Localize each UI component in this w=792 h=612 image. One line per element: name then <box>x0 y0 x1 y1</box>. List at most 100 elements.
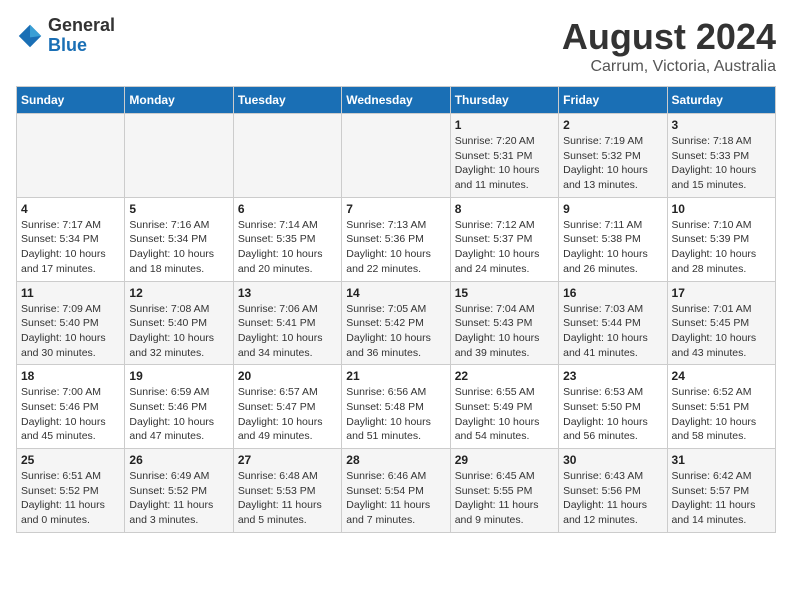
logo-icon <box>16 22 44 50</box>
col-header-friday: Friday <box>559 87 667 114</box>
day-cell: 26 Sunrise: 6:49 AMSunset: 5:52 PMDayligh… <box>125 449 233 533</box>
day-cell: 15 Sunrise: 7:04 AMSunset: 5:43 PMDayligh… <box>450 281 558 365</box>
day-number: 4 <box>21 202 120 216</box>
week-row-4: 25Sunrise: 6:51 AMSunset: 5:52 PMDayligh… <box>17 449 776 533</box>
day-number: 8 <box>455 202 554 216</box>
calendar-table: SundayMondayTuesdayWednesdayThursdayFrid… <box>16 86 776 533</box>
day-info: Sunrise: 7:17 AMSunset: 5:34 PMDaylight:… <box>21 218 120 277</box>
day-info: Sunrise: 6:46 AMSunset: 5:54 PMDaylight:… <box>346 469 445 528</box>
day-number: 5 <box>129 202 228 216</box>
day-number: 19 <box>129 369 228 383</box>
day-cell: 27 Sunrise: 6:48 AMSunset: 5:53 PMDayligh… <box>233 449 341 533</box>
day-info: Sunrise: 6:59 AMSunset: 5:46 PMDaylight:… <box>129 385 228 444</box>
day-cell: 18Sunrise: 7:00 AMSunset: 5:46 PMDayligh… <box>17 365 125 449</box>
day-info: Sunrise: 6:48 AMSunset: 5:53 PMDaylight:… <box>238 469 337 528</box>
day-number: 6 <box>238 202 337 216</box>
day-info: Sunrise: 7:19 AMSunset: 5:32 PMDaylight:… <box>563 134 662 193</box>
day-info: Sunrise: 7:01 AMSunset: 5:45 PMDaylight:… <box>672 302 771 361</box>
day-info: Sunrise: 7:16 AMSunset: 5:34 PMDaylight:… <box>129 218 228 277</box>
day-info: Sunrise: 7:14 AMSunset: 5:35 PMDaylight:… <box>238 218 337 277</box>
day-cell: 16 Sunrise: 7:03 AMSunset: 5:44 PMDayligh… <box>559 281 667 365</box>
day-cell: 21 Sunrise: 6:56 AMSunset: 5:48 PMDayligh… <box>342 365 450 449</box>
day-number: 30 <box>563 453 662 467</box>
day-info: Sunrise: 7:00 AMSunset: 5:46 PMDaylight:… <box>21 385 120 444</box>
day-info: Sunrise: 6:57 AMSunset: 5:47 PMDaylight:… <box>238 385 337 444</box>
week-row-2: 11 Sunrise: 7:09 AMSunset: 5:40 PMDayligh… <box>17 281 776 365</box>
header: General Blue August 2024 Carrum, Victori… <box>16 16 776 76</box>
col-header-saturday: Saturday <box>667 87 775 114</box>
day-info: Sunrise: 6:53 AMSunset: 5:50 PMDaylight:… <box>563 385 662 444</box>
day-number: 14 <box>346 286 445 300</box>
logo: General Blue <box>16 16 115 56</box>
day-info: Sunrise: 6:49 AMSunset: 5:52 PMDaylight:… <box>129 469 228 528</box>
col-header-tuesday: Tuesday <box>233 87 341 114</box>
day-cell: 13Sunrise: 7:06 AMSunset: 5:41 PMDayligh… <box>233 281 341 365</box>
day-cell: 3Sunrise: 7:18 AMSunset: 5:33 PMDaylight… <box>667 114 775 198</box>
day-number: 21 <box>346 369 445 383</box>
day-cell: 30 Sunrise: 6:43 AMSunset: 5:56 PMDayligh… <box>559 449 667 533</box>
day-number: 9 <box>563 202 662 216</box>
col-header-wednesday: Wednesday <box>342 87 450 114</box>
day-cell: 22 Sunrise: 6:55 AMSunset: 5:49 PMDayligh… <box>450 365 558 449</box>
col-header-monday: Monday <box>125 87 233 114</box>
day-cell: 19 Sunrise: 6:59 AMSunset: 5:46 PMDayligh… <box>125 365 233 449</box>
day-info: Sunrise: 7:10 AMSunset: 5:39 PMDaylight:… <box>672 218 771 277</box>
day-number: 10 <box>672 202 771 216</box>
day-number: 17 <box>672 286 771 300</box>
day-info: Sunrise: 7:08 AMSunset: 5:40 PMDaylight:… <box>129 302 228 361</box>
day-info: Sunrise: 6:52 AMSunset: 5:51 PMDaylight:… <box>672 385 771 444</box>
day-info: Sunrise: 7:03 AMSunset: 5:44 PMDaylight:… <box>563 302 662 361</box>
week-row-1: 4 Sunrise: 7:17 AMSunset: 5:34 PMDaylight… <box>17 197 776 281</box>
day-cell: 20Sunrise: 6:57 AMSunset: 5:47 PMDayligh… <box>233 365 341 449</box>
day-cell: 11 Sunrise: 7:09 AMSunset: 5:40 PMDayligh… <box>17 281 125 365</box>
day-number: 29 <box>455 453 554 467</box>
col-header-thursday: Thursday <box>450 87 558 114</box>
day-cell: 1Sunrise: 7:20 AMSunset: 5:31 PMDaylight… <box>450 114 558 198</box>
day-info: Sunrise: 7:06 AMSunset: 5:41 PMDaylight:… <box>238 302 337 361</box>
logo-text: General Blue <box>48 16 115 56</box>
day-number: 31 <box>672 453 771 467</box>
day-number: 2 <box>563 118 662 132</box>
day-cell: 9 Sunrise: 7:11 AMSunset: 5:38 PMDaylight… <box>559 197 667 281</box>
day-info: Sunrise: 6:42 AMSunset: 5:57 PMDaylight:… <box>672 469 771 528</box>
day-info: Sunrise: 6:45 AMSunset: 5:55 PMDaylight:… <box>455 469 554 528</box>
page-title: August 2024 <box>562 16 776 58</box>
day-cell: 14Sunrise: 7:05 AMSunset: 5:42 PMDayligh… <box>342 281 450 365</box>
day-info: Sunrise: 7:18 AMSunset: 5:33 PMDaylight:… <box>672 134 771 193</box>
day-cell <box>233 114 341 198</box>
day-cell <box>17 114 125 198</box>
header-row: SundayMondayTuesdayWednesdayThursdayFrid… <box>17 87 776 114</box>
day-number: 25 <box>21 453 120 467</box>
day-number: 23 <box>563 369 662 383</box>
day-number: 28 <box>346 453 445 467</box>
day-info: Sunrise: 6:43 AMSunset: 5:56 PMDaylight:… <box>563 469 662 528</box>
day-info: Sunrise: 6:55 AMSunset: 5:49 PMDaylight:… <box>455 385 554 444</box>
day-cell: 28 Sunrise: 6:46 AMSunset: 5:54 PMDayligh… <box>342 449 450 533</box>
col-header-sunday: Sunday <box>17 87 125 114</box>
day-number: 26 <box>129 453 228 467</box>
day-info: Sunrise: 7:12 AMSunset: 5:37 PMDaylight:… <box>455 218 554 277</box>
day-cell: 12 Sunrise: 7:08 AMSunset: 5:40 PMDayligh… <box>125 281 233 365</box>
day-info: Sunrise: 7:20 AMSunset: 5:31 PMDaylight:… <box>455 134 554 193</box>
day-cell: 25Sunrise: 6:51 AMSunset: 5:52 PMDayligh… <box>17 449 125 533</box>
day-cell: 29 Sunrise: 6:45 AMSunset: 5:55 PMDayligh… <box>450 449 558 533</box>
day-info: Sunrise: 7:09 AMSunset: 5:40 PMDaylight:… <box>21 302 120 361</box>
week-row-0: 1Sunrise: 7:20 AMSunset: 5:31 PMDaylight… <box>17 114 776 198</box>
day-number: 12 <box>129 286 228 300</box>
day-cell: 6 Sunrise: 7:14 AMSunset: 5:35 PMDaylight… <box>233 197 341 281</box>
day-number: 22 <box>455 369 554 383</box>
day-info: Sunrise: 7:04 AMSunset: 5:43 PMDaylight:… <box>455 302 554 361</box>
day-number: 7 <box>346 202 445 216</box>
day-cell: 17 Sunrise: 7:01 AMSunset: 5:45 PMDayligh… <box>667 281 775 365</box>
day-info: Sunrise: 7:11 AMSunset: 5:38 PMDaylight:… <box>563 218 662 277</box>
day-number: 24 <box>672 369 771 383</box>
day-cell: 7Sunrise: 7:13 AMSunset: 5:36 PMDaylight… <box>342 197 450 281</box>
day-number: 16 <box>563 286 662 300</box>
day-number: 11 <box>21 286 120 300</box>
day-cell: 23 Sunrise: 6:53 AMSunset: 5:50 PMDayligh… <box>559 365 667 449</box>
day-info: Sunrise: 6:56 AMSunset: 5:48 PMDaylight:… <box>346 385 445 444</box>
day-number: 27 <box>238 453 337 467</box>
day-cell: 5 Sunrise: 7:16 AMSunset: 5:34 PMDaylight… <box>125 197 233 281</box>
day-number: 15 <box>455 286 554 300</box>
day-cell <box>342 114 450 198</box>
